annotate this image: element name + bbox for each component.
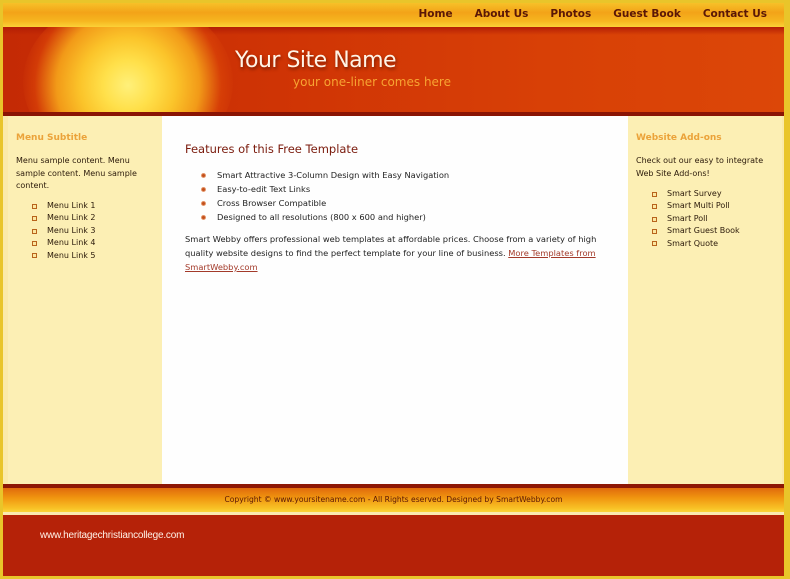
left-sidebar-title: Menu Subtitle bbox=[16, 133, 88, 143]
menu-link-label: Menu Link 3 bbox=[47, 225, 96, 235]
feature-item: Cross Browser Compatible bbox=[201, 196, 449, 210]
nav-home[interactable]: Home bbox=[408, 8, 464, 20]
addon-link-smart-survey[interactable]: Smart Survey bbox=[652, 188, 740, 200]
menu-link-label: Menu Link 1 bbox=[47, 201, 96, 210]
menu-link-4[interactable]: Menu Link 4 bbox=[32, 237, 96, 249]
features-list: Smart Attractive 3-Column Design with Ea… bbox=[201, 168, 449, 224]
right-sidebar-text: Check out our easy to integrate Web Site… bbox=[636, 156, 764, 178]
right-sidebar: Website Add-ons Check out our easy to in… bbox=[628, 116, 782, 484]
bullet-square-icon bbox=[32, 216, 37, 222]
menu-link-3[interactable]: Menu Link 3 bbox=[32, 225, 96, 237]
left-sidebar: Menu Subtitle Menu sample content. Menu … bbox=[8, 116, 162, 484]
main-title: Features of this Free Template bbox=[185, 142, 359, 156]
bullet-square-icon bbox=[652, 241, 657, 247]
site-tagline: your one-liner comes here bbox=[293, 75, 451, 89]
addon-link-label: Smart Survey bbox=[667, 189, 722, 198]
menu-link-label: Menu Link 4 bbox=[47, 238, 96, 248]
top-nav-bar: Home About Us Photos Guest Book Contact … bbox=[3, 3, 784, 27]
bullet-square-icon bbox=[32, 228, 37, 234]
addon-link-smart-guest-book[interactable]: Smart Guest Book bbox=[652, 225, 740, 237]
main-content: Features of this Free Template Smart Att… bbox=[162, 116, 628, 484]
header-banner: Your Site Name your one-liner comes here bbox=[3, 27, 784, 112]
addon-link-smart-quote[interactable]: Smart Quote bbox=[652, 238, 740, 250]
left-sidebar-text: Menu sample content. Menu sample content… bbox=[16, 156, 137, 190]
bullet-square-icon bbox=[652, 191, 657, 197]
page-frame: Home About Us Photos Guest Book Contact … bbox=[3, 3, 784, 576]
bullet-square-icon bbox=[32, 240, 37, 246]
main-nav: Home About Us Photos Guest Book Contact … bbox=[408, 8, 779, 20]
addon-link-label: Smart Poll bbox=[667, 213, 708, 223]
nav-guest-book[interactable]: Guest Book bbox=[602, 8, 692, 20]
addon-link-smart-multi-poll[interactable]: Smart Multi Poll bbox=[652, 200, 740, 212]
menu-link-label: Menu Link 5 bbox=[47, 250, 96, 260]
sun-graphic bbox=[23, 27, 233, 112]
addon-link-smart-poll[interactable]: Smart Poll bbox=[652, 213, 740, 225]
feature-text: Designed to all resolutions (800 x 600 a… bbox=[217, 212, 426, 222]
copyright-text: Copyright © www.yoursitename.com - All R… bbox=[224, 495, 563, 504]
bullet-dot-icon bbox=[201, 200, 206, 206]
nav-about-us[interactable]: About Us bbox=[464, 8, 540, 20]
bullet-square-icon bbox=[32, 253, 37, 259]
menu-link-1[interactable]: Menu Link 1 bbox=[32, 200, 96, 212]
addon-link-label: Smart Guest Book bbox=[667, 226, 740, 236]
bullet-square-icon bbox=[32, 203, 37, 209]
nav-contact-us[interactable]: Contact Us bbox=[692, 8, 778, 20]
feature-text: Smart Attractive 3-Column Design with Ea… bbox=[217, 170, 450, 180]
left-menu-links: Menu Link 1 Menu Link 2 Menu Link 3 Menu… bbox=[32, 200, 96, 262]
menu-link-2[interactable]: Menu Link 2 bbox=[32, 212, 96, 224]
bullet-square-icon bbox=[652, 204, 657, 210]
addon-link-label: Smart Quote bbox=[667, 238, 719, 248]
site-name: Your Site Name bbox=[235, 48, 397, 73]
bullet-square-icon bbox=[652, 216, 657, 222]
feature-item: Designed to all resolutions (800 x 600 a… bbox=[201, 210, 449, 224]
menu-link-5[interactable]: Menu Link 5 bbox=[32, 250, 96, 262]
bullet-square-icon bbox=[652, 228, 657, 234]
menu-link-label: Menu Link 2 bbox=[47, 213, 96, 223]
footer-bottom: www.heritagechristiancollege.com bbox=[3, 515, 784, 576]
bullet-dot-icon bbox=[201, 186, 206, 192]
addon-links: Smart Survey Smart Multi Poll Smart Poll… bbox=[652, 188, 740, 250]
bullet-dot-icon bbox=[201, 214, 206, 220]
feature-text: Easy-to-edit Text Links bbox=[217, 184, 311, 194]
feature-item: Easy-to-edit Text Links bbox=[201, 182, 449, 196]
watermark-text: www.heritagechristiancollege.com bbox=[40, 530, 185, 541]
addon-link-label: Smart Multi Poll bbox=[667, 201, 730, 211]
bullet-dot-icon bbox=[201, 172, 206, 178]
footer-band: Copyright © www.yoursitename.com - All R… bbox=[3, 488, 784, 512]
nav-photos[interactable]: Photos bbox=[539, 8, 602, 20]
feature-item: Smart Attractive 3-Column Design with Ea… bbox=[201, 168, 449, 182]
intro-paragraph: Smart Webby offers professional web temp… bbox=[185, 232, 610, 274]
feature-text: Cross Browser Compatible bbox=[217, 198, 327, 208]
right-sidebar-title: Website Add-ons bbox=[636, 133, 722, 143]
